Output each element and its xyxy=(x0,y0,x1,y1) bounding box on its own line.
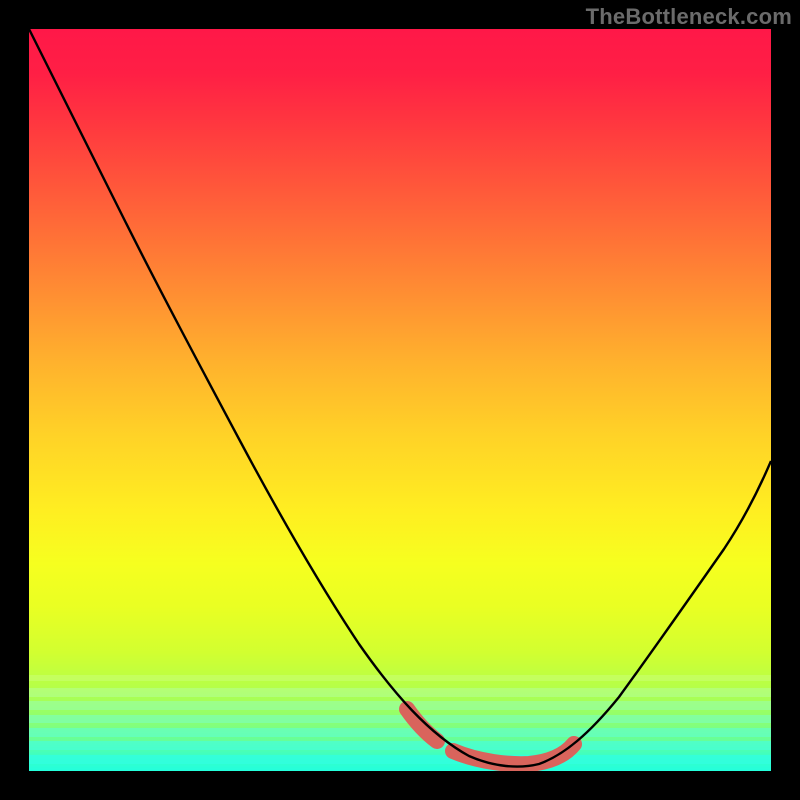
tolerance-segment-main xyxy=(453,744,574,764)
tolerance-segment-left xyxy=(407,709,437,741)
bottleneck-curve xyxy=(29,29,771,767)
chart-plot-area xyxy=(29,29,771,771)
chart-svg xyxy=(29,29,771,771)
chart-stage: TheBottleneck.com xyxy=(0,0,800,800)
watermark-text: TheBottleneck.com xyxy=(586,4,792,30)
